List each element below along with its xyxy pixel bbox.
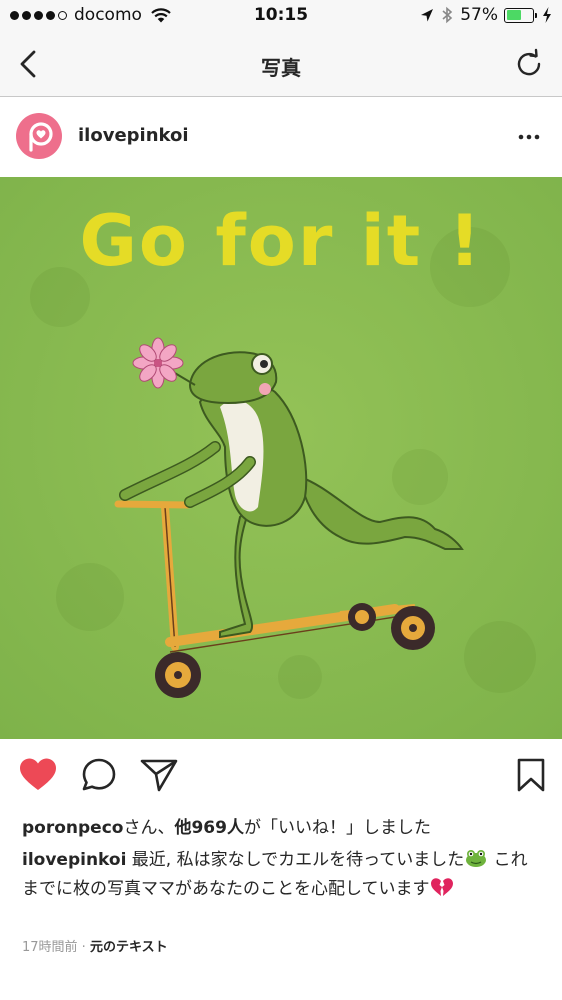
charging-bolt-icon [543,7,551,23]
battery-level-fill [506,10,521,20]
photo-headline: Go for it ! [79,200,482,282]
navigation-bar: 写真 [0,32,562,97]
likes-connector: さん、 [123,818,175,838]
battery-icon [504,7,537,23]
page-title: 写真 [261,56,301,80]
likes-count[interactable]: 他969人 [174,818,244,838]
post-actions [0,739,562,809]
more-dots-icon[interactable] [518,127,540,147]
post-caption: ilovepinkoi 最近, 私は家なしでカエルを待っていました これまでに枚… [22,846,542,904]
post-photo[interactable]: Go for it ! [0,177,562,739]
see-original-link[interactable]: 元のテキスト [90,940,168,955]
broken-heart-emoji-icon [430,878,453,896]
likes-suffix: が「いいね！」しました [243,818,431,838]
comment-icon[interactable] [80,757,120,793]
meta-separator: · [77,940,90,955]
avatar[interactable] [16,113,62,159]
likes-line: poronpecoさん、他969人が「いいね！」しました [22,813,431,838]
caption-username[interactable]: ilovepinkoi [22,850,126,870]
post-timestamp: 17時間前 [22,940,78,955]
refresh-icon[interactable] [514,48,544,80]
location-arrow-icon [421,9,434,22]
post-meta: 17時間前 · 元のテキスト [22,936,168,955]
pinkoi-logo-icon [29,122,53,152]
post-header: ilovepinkoi [0,97,562,177]
liker-username[interactable]: poronpeco [22,818,123,838]
frog-emoji-icon [466,850,487,867]
battery-percent: 57% [460,5,498,25]
heart-filled-icon[interactable] [18,757,58,793]
caption-text-1: 最近, 私は家なしでカエルを待っていました [126,850,465,870]
frog-on-scooter-illustration: Go for it ! [0,177,562,739]
direct-share-icon[interactable] [139,757,179,793]
status-bar-right: 57% [420,5,554,25]
bluetooth-icon [442,6,453,24]
status-bar: docomo 10:15 57% [0,0,562,32]
bookmark-icon[interactable] [516,757,546,793]
post-username[interactable]: ilovepinkoi [78,125,189,146]
